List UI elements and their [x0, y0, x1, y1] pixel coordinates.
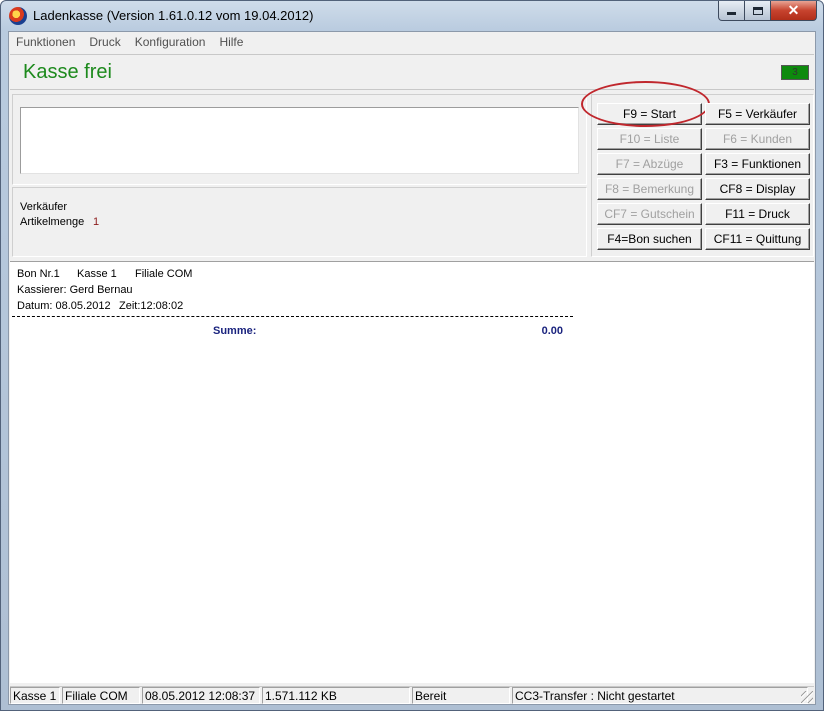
- status-memory: 1.571.112 KB: [262, 687, 410, 704]
- register-status: Kasse frei: [23, 61, 112, 83]
- close-button[interactable]: ✕: [771, 1, 817, 21]
- maximize-icon: [752, 6, 763, 15]
- title-bar[interactable]: Ladenkasse (Version 1.61.0.12 vom 19.04.…: [1, 1, 823, 31]
- receipt-number: Bon Nr.1: [17, 268, 60, 280]
- menu-bar: Funktionen Druck Konfiguration Hilfe: [9, 32, 815, 52]
- window-controls: ✕: [718, 1, 817, 21]
- receipt-branch: Filiale COM: [135, 268, 193, 280]
- function-key-panel: F9 = Start F5 = Verkäufer F10 = Liste F6…: [581, 81, 814, 257]
- info-panel: Verkäufer Artikelmenge 1: [12, 187, 587, 257]
- customer-display-box: [20, 107, 579, 174]
- receipt-cashier: Kassierer: Gerd Bernau: [17, 284, 133, 296]
- cf11-quittung-button[interactable]: CF11 = Quittung: [705, 228, 810, 250]
- receipt-area: Bon Nr.1 Kasse 1 Filiale COM Kassierer: …: [10, 261, 814, 683]
- f7-deductions-button[interactable]: F7 = Abzüge: [597, 153, 702, 175]
- quantity-value: 1: [93, 216, 100, 228]
- close-icon: ✕: [787, 2, 800, 18]
- window-title: Ladenkasse (Version 1.61.0.12 vom 19.04.…: [33, 8, 314, 23]
- maximize-button[interactable]: [745, 1, 771, 21]
- status-register: Kasse 1: [10, 687, 60, 704]
- f11-print-button[interactable]: F11 = Druck: [705, 203, 810, 225]
- app-window: Ladenkasse (Version 1.61.0.12 vom 19.04.…: [0, 0, 824, 711]
- receipt-time: Zeit:12:08:02: [119, 300, 184, 312]
- status-datetime: 08.05.2012 12:08:37: [142, 687, 260, 704]
- status-state: Bereit: [412, 687, 510, 704]
- status-transfer: CC3-Transfer : Nicht gestartet: [512, 687, 808, 704]
- f6-customers-button[interactable]: F6 = Kunden: [705, 128, 810, 150]
- f9-start-button[interactable]: F9 = Start: [597, 103, 702, 125]
- menu-funktionen[interactable]: Funktionen: [9, 35, 82, 49]
- f4-search-receipt-button[interactable]: F4=Bon suchen: [597, 228, 702, 250]
- f10-list-button[interactable]: F10 = Liste: [597, 128, 702, 150]
- display-panel: [12, 94, 587, 185]
- f5-seller-button[interactable]: F5 = Verkäufer: [705, 103, 810, 125]
- cf7-voucher-button[interactable]: CF7 = Gutschein: [597, 203, 702, 225]
- resize-grip-icon[interactable]: [801, 691, 813, 703]
- cf8-display-button[interactable]: CF8 = Display: [705, 178, 810, 200]
- app-logo-icon: [9, 7, 27, 25]
- receipt-register: Kasse 1: [77, 268, 117, 280]
- status-bar: Kasse 1 Filiale COM 08.05.2012 12:08:37 …: [10, 686, 814, 704]
- minimize-icon: [727, 12, 736, 15]
- quantity-label: Artikelmenge: [20, 216, 85, 228]
- f8-remark-button[interactable]: F8 = Bemerkung: [597, 178, 702, 200]
- receipt-divider: [12, 316, 573, 317]
- status-counter: 3: [781, 65, 809, 80]
- status-header: Kasse frei 3: [10, 54, 814, 90]
- seller-label: Verkäufer: [20, 201, 68, 213]
- receipt-date: Datum: 08.05.2012: [17, 300, 111, 312]
- client-area: Funktionen Druck Konfiguration Hilfe Kas…: [8, 31, 816, 705]
- minimize-button[interactable]: [718, 1, 745, 21]
- status-branch: Filiale COM: [62, 687, 140, 704]
- menu-hilfe[interactable]: Hilfe: [212, 35, 250, 49]
- menu-druck[interactable]: Druck: [82, 35, 127, 49]
- menu-konfiguration[interactable]: Konfiguration: [128, 35, 213, 49]
- sum-value: 0.00: [541, 325, 563, 337]
- sum-label: Summe:: [213, 325, 257, 337]
- f3-functions-button[interactable]: F3 = Funktionen: [705, 153, 810, 175]
